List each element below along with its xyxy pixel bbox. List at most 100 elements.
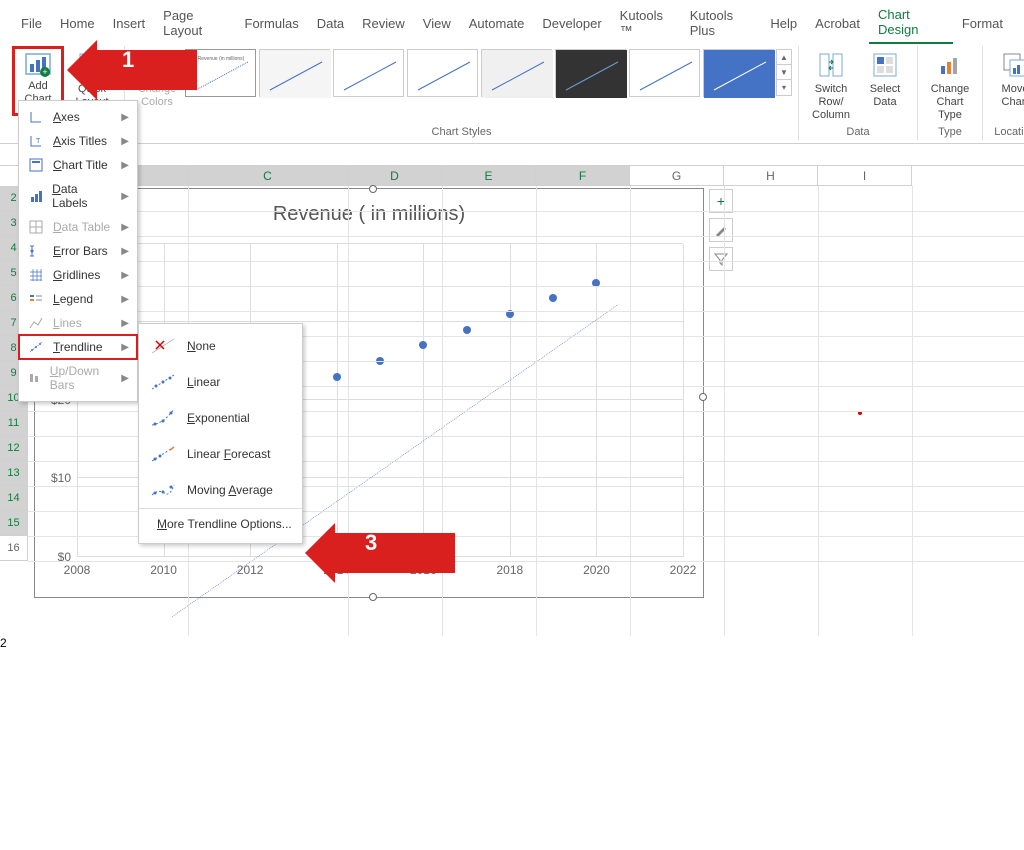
tab-insert[interactable]: Insert bbox=[104, 11, 155, 36]
menu-item-trendline[interactable]: Trendline▶ bbox=[19, 335, 137, 359]
error-bars-icon bbox=[27, 244, 45, 258]
tab-help[interactable]: Help bbox=[761, 11, 806, 36]
tab-kutools[interactable]: Kutools ™ bbox=[611, 3, 681, 43]
gallery-more-icon[interactable]: ▾ bbox=[777, 80, 791, 95]
axis-titles-icon: T bbox=[27, 134, 45, 148]
column-header[interactable]: H bbox=[724, 166, 818, 186]
column-header[interactable]: I bbox=[818, 166, 912, 186]
tab-automate[interactable]: Automate bbox=[460, 11, 534, 36]
trendline-linear-icon bbox=[149, 370, 177, 394]
row-header[interactable]: 14 bbox=[0, 486, 28, 511]
trendline-exponential[interactable]: Exponential bbox=[139, 400, 302, 436]
menu-item-legend[interactable]: Legend▶ bbox=[19, 287, 137, 311]
tab-view[interactable]: View bbox=[414, 11, 460, 36]
style-thumb[interactable] bbox=[333, 49, 404, 97]
switch-row-column-button[interactable]: Switch Row/ Column bbox=[805, 46, 857, 126]
chart-filter-button[interactable] bbox=[709, 247, 733, 271]
group-label-styles: Chart Styles bbox=[131, 126, 792, 140]
svg-text:Revenue (in millions): Revenue (in millions) bbox=[198, 56, 245, 62]
tab-file[interactable]: File bbox=[12, 11, 51, 36]
style-thumb[interactable] bbox=[703, 49, 774, 97]
tab-kutools-plus[interactable]: Kutools Plus bbox=[681, 3, 762, 43]
trendline-linear-forecast[interactable]: Linear Forecast bbox=[139, 436, 302, 472]
change-chart-type-button[interactable]: Change Chart Type bbox=[924, 46, 976, 126]
trendline-moving-average[interactable]: Moving Average bbox=[139, 472, 302, 508]
up-down-bars-icon bbox=[27, 371, 42, 385]
svg-text:T: T bbox=[36, 138, 41, 145]
tab-developer[interactable]: Developer bbox=[533, 11, 610, 36]
switch-icon bbox=[815, 49, 847, 81]
move-chart-icon bbox=[999, 49, 1024, 81]
trendline-exponential-icon bbox=[149, 406, 177, 430]
data-table-icon bbox=[27, 220, 45, 234]
formula-bar: ▾ fx bbox=[0, 144, 1024, 166]
menu-item-data-labels[interactable]: Data Labels▶ bbox=[19, 177, 137, 215]
row-header[interactable]: 11 bbox=[0, 411, 28, 436]
chart-style-gallery[interactable]: Revenue (in millions) bbox=[185, 46, 774, 97]
tab-acrobat[interactable]: Acrobat bbox=[806, 11, 869, 36]
style-thumb[interactable] bbox=[259, 49, 330, 97]
column-headers: BCDEFGHI bbox=[28, 166, 1024, 186]
trendline-moving-average-icon bbox=[149, 478, 177, 502]
menu-item-up-down-bars: Up/Down Bars▶ bbox=[19, 359, 137, 397]
style-thumb[interactable] bbox=[481, 49, 552, 97]
group-label-data: Data bbox=[805, 126, 911, 140]
row-header[interactable]: 16 bbox=[0, 536, 28, 561]
menu-item-gridlines[interactable]: Gridlines▶ bbox=[19, 263, 137, 287]
menu-item-axis-titles[interactable]: TAxis Titles▶ bbox=[19, 129, 137, 153]
select-data-icon bbox=[869, 49, 901, 81]
trendline-linear[interactable]: Linear bbox=[139, 364, 302, 400]
gallery-scroll[interactable]: ▲ ▼ ▾ bbox=[776, 49, 792, 96]
lines-icon bbox=[27, 316, 45, 330]
tab-format[interactable]: Format bbox=[953, 11, 1012, 36]
menu-item-lines: Lines▶ bbox=[19, 311, 137, 335]
data-labels-icon bbox=[27, 189, 44, 203]
style-thumb[interactable] bbox=[555, 49, 626, 97]
tab-page-layout[interactable]: Page Layout bbox=[154, 3, 235, 43]
chart-type-icon bbox=[934, 49, 966, 81]
chart-plus-button[interactable]: + bbox=[709, 189, 733, 213]
style-thumb[interactable] bbox=[407, 49, 478, 97]
menu-item-error-bars[interactable]: Error Bars▶ bbox=[19, 239, 137, 263]
group-label-type: Type bbox=[924, 126, 976, 140]
row-header[interactable]: 12 bbox=[0, 436, 28, 461]
column-header[interactable]: D bbox=[348, 166, 442, 186]
chart-element-icon: + bbox=[22, 52, 54, 78]
tab-data[interactable]: Data bbox=[308, 11, 353, 36]
column-header[interactable]: E bbox=[442, 166, 536, 186]
style-thumb[interactable] bbox=[629, 49, 700, 97]
legend-icon bbox=[27, 292, 45, 306]
group-label-location: Location bbox=[989, 126, 1024, 140]
column-header[interactable]: C bbox=[188, 166, 348, 186]
callout-3: 3 bbox=[305, 523, 455, 583]
row-header[interactable]: 13 bbox=[0, 461, 28, 486]
menu-item-axes[interactable]: Axes▶ bbox=[19, 105, 137, 129]
select-data-button[interactable]: Select Data bbox=[859, 46, 911, 112]
trendline-linear-forecast-icon bbox=[149, 442, 177, 466]
svg-text:+: + bbox=[42, 67, 47, 77]
trendline-submenu: NoneLinearExponentialLinear ForecastMovi… bbox=[138, 323, 303, 544]
tab-chart-design[interactable]: Chart Design bbox=[869, 2, 953, 44]
chart-title-icon bbox=[27, 158, 45, 172]
chart-brush-button[interactable] bbox=[709, 218, 733, 242]
menu-item-chart-title[interactable]: Chart Title▶ bbox=[19, 153, 137, 177]
gridlines-icon bbox=[27, 268, 45, 282]
column-header[interactable]: F bbox=[536, 166, 630, 186]
axes-icon bbox=[27, 110, 45, 124]
gallery-down-icon[interactable]: ▼ bbox=[777, 65, 791, 80]
trendline-none[interactable]: None bbox=[139, 328, 302, 364]
trendline-none-icon bbox=[149, 334, 177, 358]
tab-formulas[interactable]: Formulas bbox=[236, 11, 308, 36]
more-trendline-options[interactable]: More Trendline Options... bbox=[139, 508, 302, 539]
column-header[interactable]: G bbox=[630, 166, 724, 186]
move-chart-button[interactable]: Move Chart bbox=[989, 46, 1024, 112]
chart-float-buttons: + bbox=[709, 189, 733, 271]
menu-item-data-table: Data Table▶ bbox=[19, 215, 137, 239]
tab-review[interactable]: Review bbox=[353, 11, 414, 36]
gallery-up-icon[interactable]: ▲ bbox=[777, 50, 791, 65]
tab-home[interactable]: Home bbox=[51, 11, 104, 36]
formula-input[interactable] bbox=[96, 144, 1024, 165]
row-header[interactable]: 15 bbox=[0, 511, 28, 536]
trendline-icon bbox=[27, 340, 45, 354]
add-chart-element-menu: Axes▶TAxis Titles▶Chart Title▶Data Label… bbox=[18, 100, 138, 402]
